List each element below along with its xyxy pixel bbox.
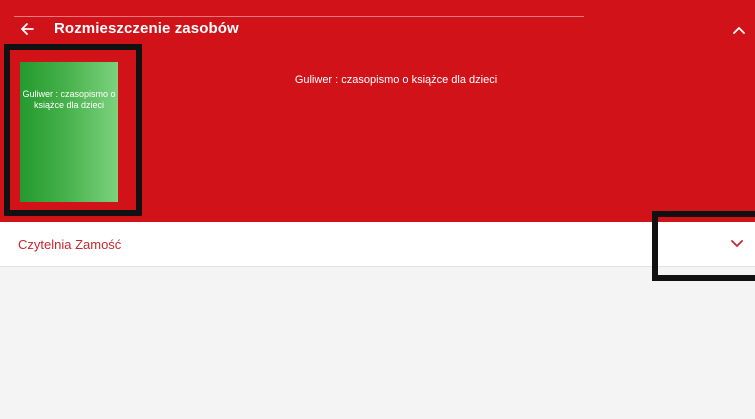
back-button[interactable] [14, 16, 40, 42]
expand-button[interactable] [727, 236, 747, 252]
arrow-left-icon [21, 23, 34, 35]
collapse-button[interactable] [729, 20, 749, 40]
header-divider [14, 16, 584, 17]
location-row[interactable]: Czytelnia Zamość [0, 222, 755, 267]
chevron-up-icon [733, 27, 745, 34]
book-cover-text: Guliwer : czasopismo o książce dla dziec… [22, 89, 116, 110]
cover-edge [118, 62, 124, 202]
book-title: Guliwer : czasopismo o książce dla dziec… [294, 74, 498, 86]
book-cover-highlight: Guliwer : czasopismo o książce dla dziec… [4, 44, 142, 216]
location-label: Czytelnia Zamość [18, 237, 122, 252]
book-cover[interactable]: Guliwer : czasopismo o książce dla dziec… [20, 62, 118, 202]
app-header: Rozmieszczenie zasobów Guliwer : czasopi… [0, 0, 755, 222]
page-title: Rozmieszczenie zasobów [54, 20, 239, 37]
chevron-down-icon [731, 240, 743, 247]
